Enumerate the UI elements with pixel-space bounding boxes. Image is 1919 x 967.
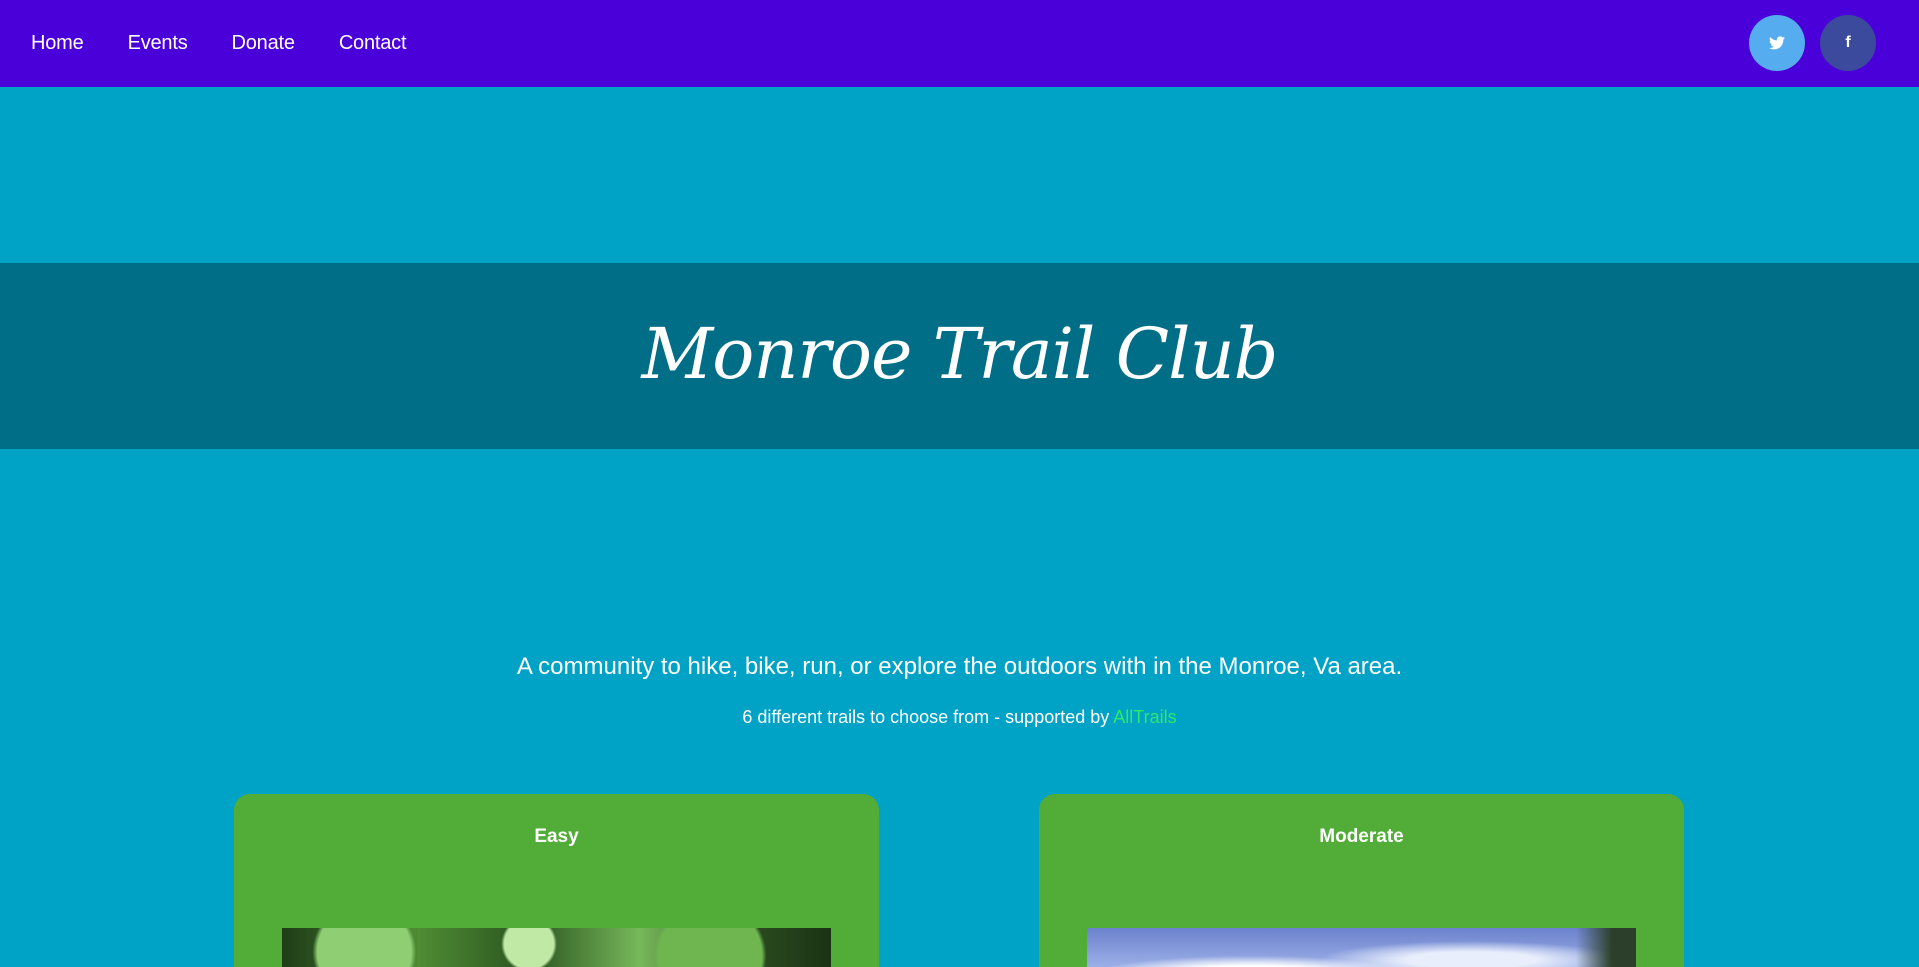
forest-photo: [282, 928, 831, 967]
card-title-moderate: Moderate: [1319, 826, 1404, 847]
navbar: Home Events Donate Contact f: [0, 0, 1919, 87]
page-title: Monroe Trail Club: [641, 313, 1279, 395]
twitter-icon: [1769, 36, 1785, 50]
facebook-icon: f: [1845, 34, 1851, 51]
nav-links: Home Events Donate Contact: [31, 0, 450, 87]
nav-home-link[interactable]: Home: [31, 32, 84, 55]
subline-text: 6 different trails to choose from - supp…: [742, 707, 1114, 727]
twitter-button[interactable]: [1749, 15, 1805, 71]
nav-events-link[interactable]: Events: [128, 32, 188, 55]
hero-banner: Monroe Trail Club: [0, 263, 1919, 449]
nav-contact-link[interactable]: Contact: [339, 32, 407, 55]
tagline: A community to hike, bike, run, or explo…: [516, 653, 1403, 680]
subline: 6 different trails to choose from - supp…: [0, 707, 1919, 728]
trail-card-moderate: Moderate: [1039, 794, 1684, 967]
alltrails-link[interactable]: AllTrails: [1113, 707, 1176, 727]
facebook-button[interactable]: f: [1820, 15, 1876, 71]
card-title-easy: Easy: [534, 826, 579, 847]
nav-donate-link[interactable]: Donate: [232, 32, 295, 55]
sky-photo: [1087, 928, 1636, 967]
trail-card-easy: Easy: [234, 794, 879, 967]
treeline: [1576, 928, 1636, 967]
